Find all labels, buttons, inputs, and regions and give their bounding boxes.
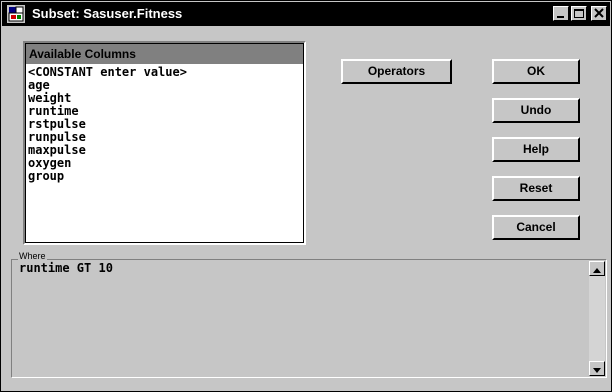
maximize-button[interactable] <box>571 6 587 21</box>
help-button[interactable]: Help <box>492 137 580 162</box>
cancel-button[interactable]: Cancel <box>492 215 580 240</box>
subset-dialog: Subset: Sasuser.Fitness Available Column… <box>0 0 612 392</box>
minimize-icon <box>557 16 564 18</box>
close-button[interactable] <box>591 6 607 21</box>
title-bar[interactable]: Subset: Sasuser.Fitness <box>2 2 610 26</box>
app-icon[interactable] <box>7 5 25 23</box>
minimize-button[interactable] <box>553 6 569 21</box>
arrow-down-icon <box>593 368 601 373</box>
maximize-icon <box>574 9 584 18</box>
where-clause-text[interactable]: runtime GT 10 <box>19 262 113 275</box>
close-icon <box>594 8 604 18</box>
list-item[interactable]: <CONSTANT enter value> <box>28 66 303 79</box>
scroll-down-button[interactable] <box>589 361 605 376</box>
operators-button[interactable]: Operators <box>341 59 452 84</box>
window-title: Subset: Sasuser.Fitness <box>32 6 183 21</box>
scroll-up-button[interactable] <box>589 261 605 276</box>
reset-button[interactable]: Reset <box>492 176 580 201</box>
undo-button[interactable]: Undo <box>492 98 580 123</box>
available-columns-header: Available Columns <box>26 44 303 64</box>
where-label: Where <box>18 251 47 261</box>
list-item[interactable]: oxygen <box>28 157 303 170</box>
where-clause-box[interactable] <box>11 259 607 378</box>
arrow-up-icon <box>593 268 601 273</box>
available-columns-list[interactable]: Available Columns <CONSTANT enter value>… <box>23 41 306 245</box>
list-item[interactable]: group <box>28 170 303 183</box>
ok-button[interactable]: OK <box>492 59 580 84</box>
where-scrollbar[interactable] <box>589 261 605 376</box>
